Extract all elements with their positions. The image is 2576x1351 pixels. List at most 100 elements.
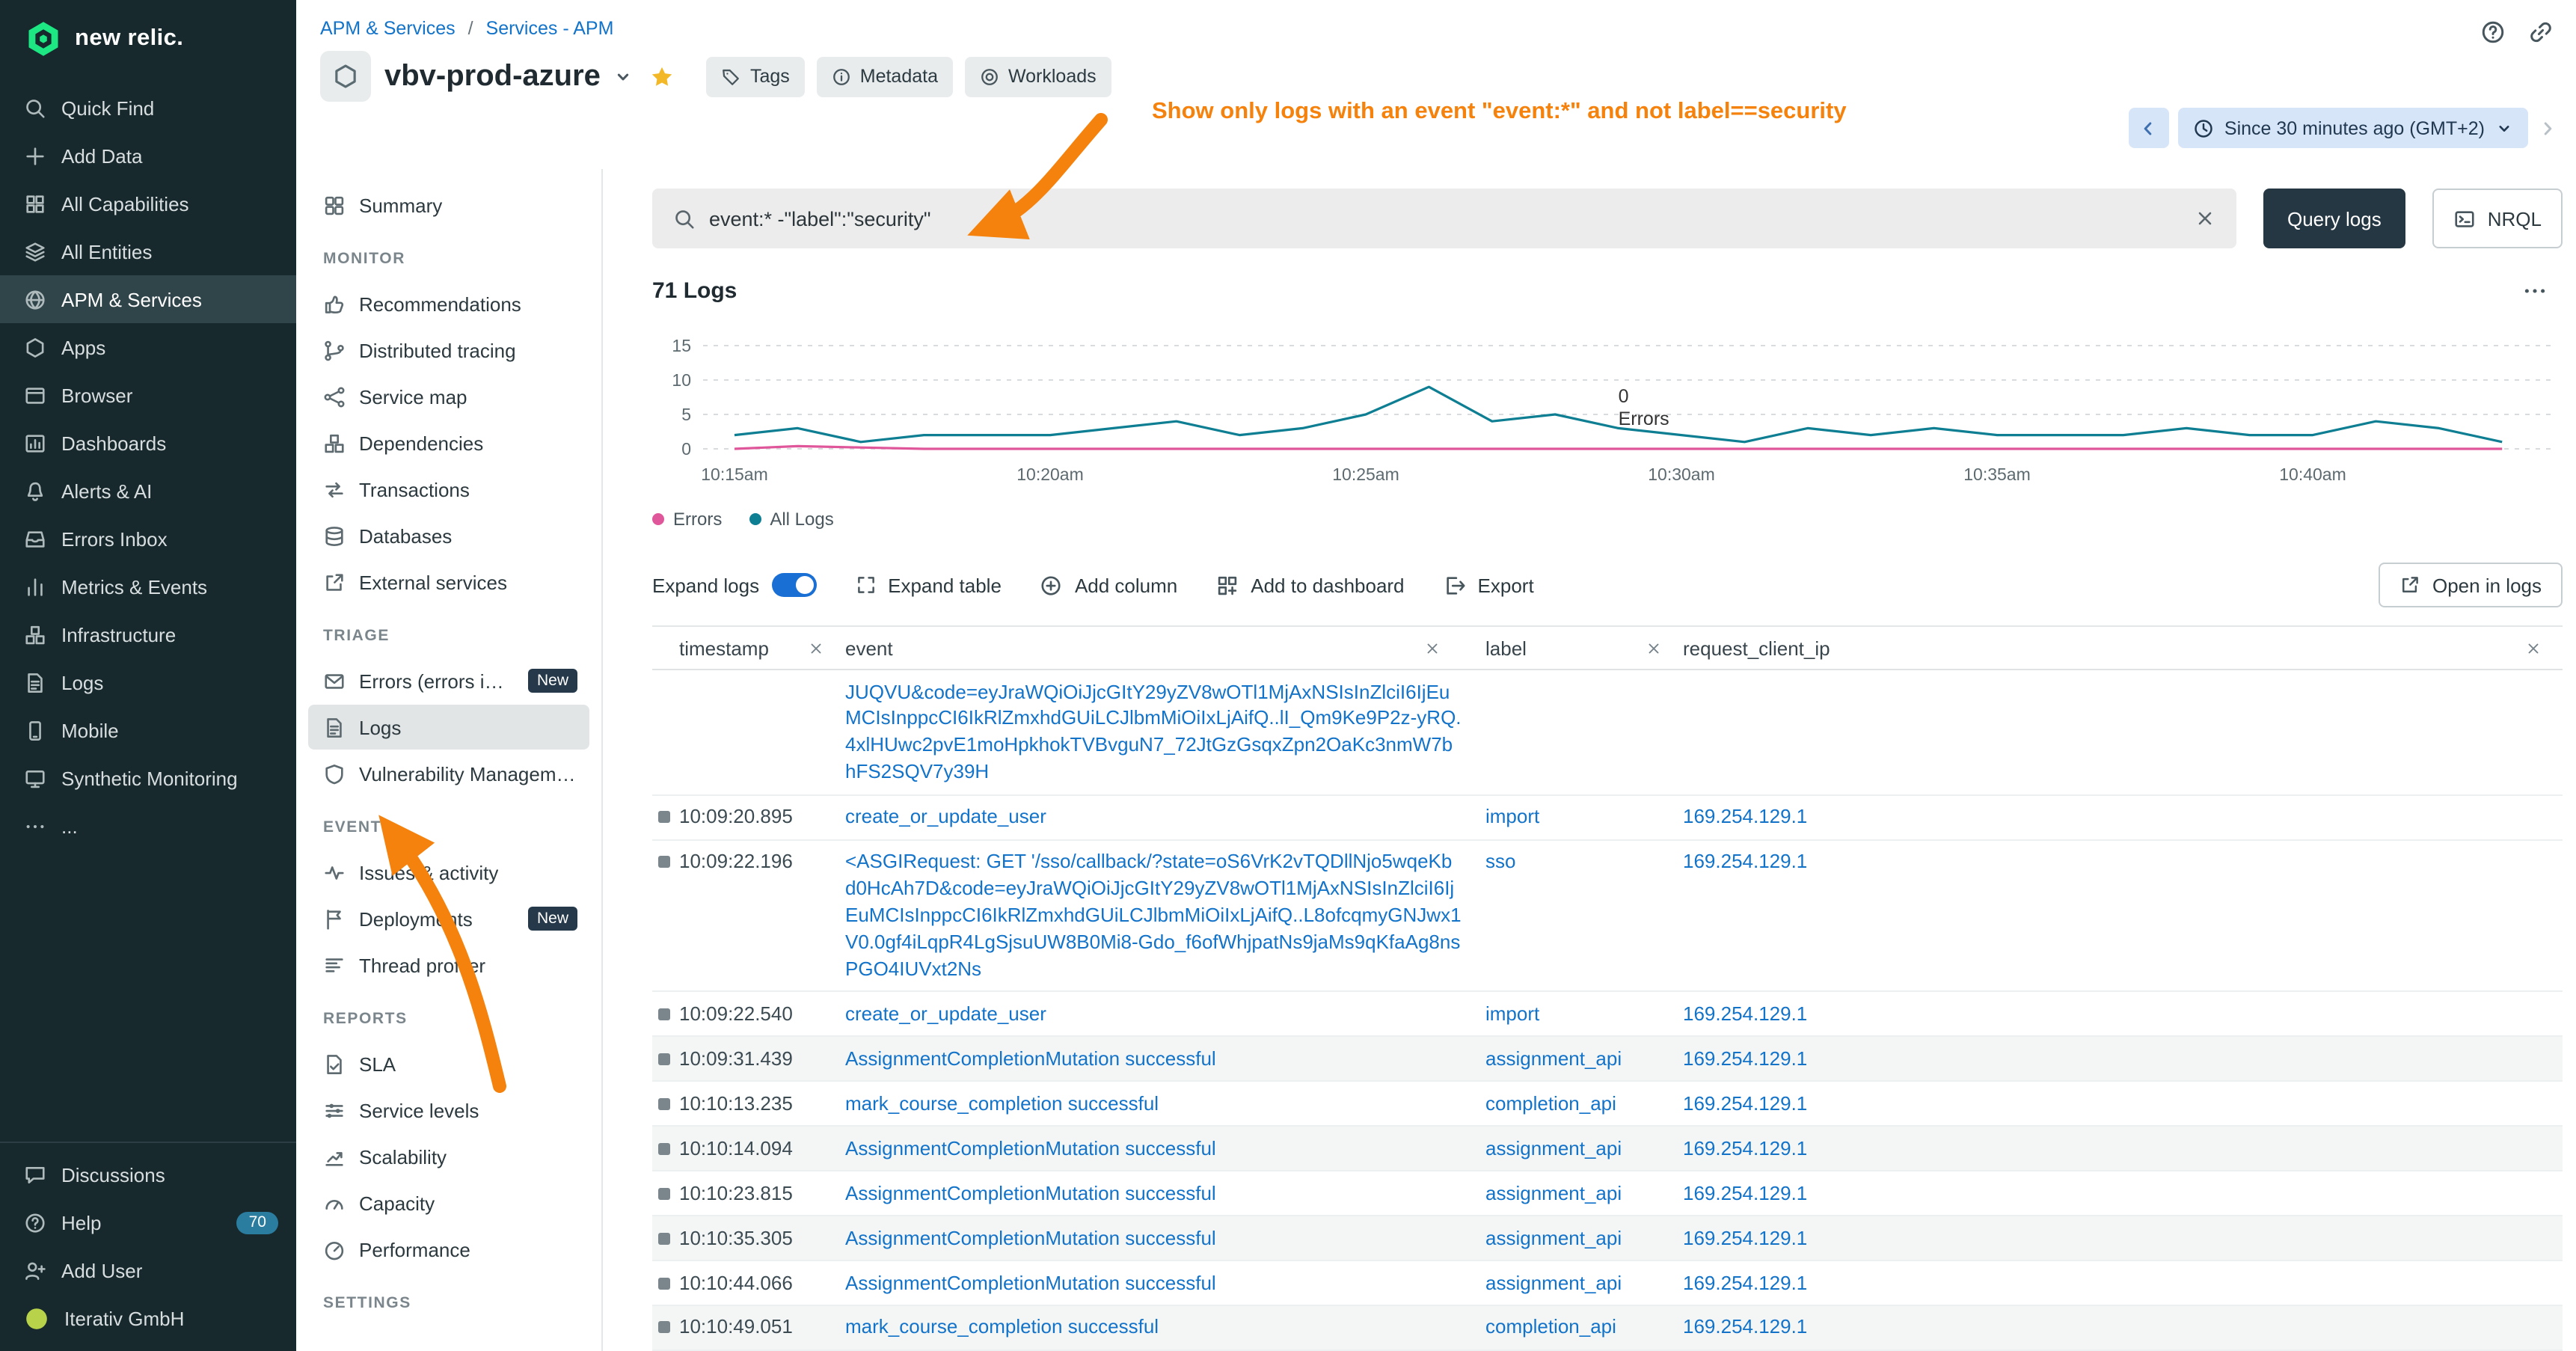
- expand-logs-switch[interactable]: [771, 573, 816, 597]
- row-select[interactable]: [652, 804, 679, 824]
- event-link[interactable]: AssignmentCompletionMutation successful: [845, 1047, 1216, 1070]
- sidebar-item-metrics-events[interactable]: Metrics & Events: [0, 563, 296, 610]
- ip-link[interactable]: 169.254.129.1: [1683, 1092, 1807, 1115]
- remove-column-icon[interactable]: [1646, 640, 1683, 656]
- sidebar-item-errors-inbox[interactable]: Errors Inbox: [0, 515, 296, 563]
- query-logs-button[interactable]: Query logs: [2263, 189, 2405, 248]
- breadcrumb-apm-services[interactable]: APM & Services: [320, 18, 456, 39]
- legend-all-logs[interactable]: All Logs: [749, 509, 833, 530]
- ip-link[interactable]: 169.254.129.1: [1683, 1226, 1807, 1249]
- logs-query-text[interactable]: event:* -"label":"security": [709, 207, 2181, 230]
- row-select[interactable]: [652, 1046, 679, 1065]
- column-header-timestamp[interactable]: timestamp: [679, 637, 845, 659]
- label-link[interactable]: assignment_api: [1485, 1047, 1622, 1070]
- table-row[interactable]: JUQVU&code=eyJraWQiOiJjcGItY29yZV8wOTl1M…: [652, 670, 2563, 796]
- subnav-item-vulnerability-management[interactable]: Vulnerability Management: [308, 751, 589, 796]
- subnav-item-logs[interactable]: Logs: [308, 705, 589, 750]
- sidebar-item-discussions[interactable]: Discussions: [0, 1151, 296, 1198]
- row-select[interactable]: [652, 848, 679, 868]
- subnav-item-errors-errors-inb[interactable]: Errors (errors inb...New: [308, 658, 589, 703]
- sidebar-item-help[interactable]: Help70: [0, 1198, 296, 1246]
- sidebar-item-browser[interactable]: Browser: [0, 371, 296, 419]
- sidebar-item-add-user[interactable]: Add User: [0, 1246, 296, 1294]
- sidebar-item-all-capabilities[interactable]: All Capabilities: [0, 180, 296, 227]
- label-link[interactable]: completion_api: [1485, 1092, 1616, 1115]
- event-link[interactable]: AssignmentCompletionMutation successful: [845, 1181, 1216, 1204]
- ip-link[interactable]: 169.254.129.1: [1683, 1047, 1807, 1070]
- remove-column-icon[interactable]: [1424, 640, 1462, 656]
- table-row[interactable]: 10:10:49.051mark_course_completion succe…: [652, 1306, 2563, 1351]
- more-options-icon[interactable]: [2522, 278, 2563, 304]
- row-select[interactable]: [652, 1269, 679, 1289]
- sidebar-item-item[interactable]: ...: [0, 802, 296, 850]
- event-link[interactable]: AssignmentCompletionMutation successful: [845, 1271, 1216, 1293]
- label-link[interactable]: sso: [1485, 850, 1515, 872]
- row-select[interactable]: [652, 1180, 679, 1199]
- help-circle-icon[interactable]: [2480, 19, 2506, 45]
- label-link[interactable]: import: [1485, 1002, 1539, 1025]
- table-row[interactable]: 10:10:13.235mark_course_completion succe…: [652, 1082, 2563, 1127]
- sidebar-item-dashboards[interactable]: Dashboards: [0, 419, 296, 467]
- subnav-item-distributed-tracing[interactable]: Distributed tracing: [308, 328, 589, 373]
- subnav-item-service-levels[interactable]: Service levels: [308, 1088, 589, 1133]
- event-link[interactable]: AssignmentCompletionMutation successful: [845, 1226, 1216, 1249]
- ip-link[interactable]: 169.254.129.1: [1683, 806, 1807, 828]
- label-link[interactable]: assignment_api: [1485, 1226, 1622, 1249]
- subnav-item-thread-profiler[interactable]: Thread profiler: [308, 943, 589, 987]
- newrelic-logo[interactable]: new relic.: [0, 0, 296, 72]
- clear-query-icon[interactable]: [2195, 208, 2215, 229]
- ip-link[interactable]: 169.254.129.1: [1683, 1316, 1807, 1338]
- remove-column-icon[interactable]: [808, 640, 845, 656]
- sidebar-item-all-entities[interactable]: All Entities: [0, 227, 296, 275]
- row-select[interactable]: [652, 1225, 679, 1244]
- table-row[interactable]: 10:10:14.094AssignmentCompletionMutation…: [652, 1127, 2563, 1171]
- favorite-star-icon[interactable]: [650, 64, 675, 89]
- subnav-item-summary[interactable]: Summary: [308, 183, 589, 227]
- subnav-item-service-map[interactable]: Service map: [308, 374, 589, 419]
- sidebar-item-mobile[interactable]: Mobile: [0, 706, 296, 754]
- metadata-chip[interactable]: Metadata: [817, 56, 953, 96]
- ip-link[interactable]: 169.254.129.1: [1683, 1002, 1807, 1025]
- time-forward-button[interactable]: [2537, 117, 2558, 138]
- subnav-item-databases[interactable]: Databases: [308, 513, 589, 558]
- subnav-item-scalability[interactable]: Scalability: [308, 1134, 589, 1179]
- subnav-item-sla[interactable]: SLA: [308, 1041, 589, 1086]
- event-link[interactable]: create_or_update_user: [845, 806, 1046, 828]
- sidebar-item-synthetic-monitoring[interactable]: Synthetic Monitoring: [0, 754, 296, 802]
- sidebar-item-quick-find[interactable]: Quick Find: [0, 84, 296, 132]
- label-link[interactable]: import: [1485, 806, 1539, 828]
- permalink-icon[interactable]: [2528, 19, 2554, 45]
- label-link[interactable]: completion_api: [1485, 1316, 1616, 1338]
- row-select[interactable]: [652, 1091, 679, 1110]
- entity-caret-icon[interactable]: [614, 67, 634, 86]
- event-link[interactable]: mark_course_completion successful: [845, 1316, 1159, 1338]
- table-row[interactable]: 10:09:20.895create_or_update_userimport1…: [652, 796, 2563, 841]
- label-link[interactable]: assignment_api: [1485, 1181, 1622, 1204]
- ip-link[interactable]: 169.254.129.1: [1683, 850, 1807, 872]
- subnav-item-deployments[interactable]: DeploymentsNew: [308, 896, 589, 941]
- sidebar-item-apps[interactable]: Apps: [0, 323, 296, 371]
- sidebar-item-infrastructure[interactable]: Infrastructure: [0, 610, 296, 658]
- event-link[interactable]: mark_course_completion successful: [845, 1092, 1159, 1115]
- column-header-request-client-ip[interactable]: request_client_ip: [1683, 637, 2563, 659]
- label-link[interactable]: assignment_api: [1485, 1271, 1622, 1293]
- label-link[interactable]: assignment_api: [1485, 1136, 1622, 1159]
- export-button[interactable]: Export: [1444, 574, 1534, 596]
- expand-table-button[interactable]: Expand table: [855, 574, 1002, 596]
- subnav-item-external-services[interactable]: External services: [308, 560, 589, 604]
- column-header-event[interactable]: event: [845, 637, 1485, 659]
- ip-link[interactable]: 169.254.129.1: [1683, 1136, 1807, 1159]
- subnav-item-performance[interactable]: Performance: [308, 1227, 589, 1272]
- subnav-item-capacity[interactable]: Capacity: [308, 1180, 589, 1225]
- sidebar-item-logs[interactable]: Logs: [0, 658, 296, 706]
- breadcrumb-services-apm[interactable]: Services - APM: [486, 18, 614, 39]
- expand-logs-toggle[interactable]: Expand logs: [652, 573, 816, 597]
- subnav-item-issues-activity[interactable]: Issues & activity: [308, 850, 589, 895]
- logs-search-bar[interactable]: event:* -"label":"security": [652, 189, 2236, 248]
- add-to-dashboard-button[interactable]: Add to dashboard: [1216, 574, 1404, 596]
- event-link[interactable]: JUQVU&code=eyJraWQiOiJjcGItY29yZV8wOTl1M…: [845, 680, 1462, 783]
- subnav-item-transactions[interactable]: Transactions: [308, 467, 589, 512]
- subnav-item-recommendations[interactable]: Recommendations: [308, 281, 589, 326]
- row-select[interactable]: [652, 1314, 679, 1334]
- tags-chip[interactable]: Tags: [707, 56, 805, 96]
